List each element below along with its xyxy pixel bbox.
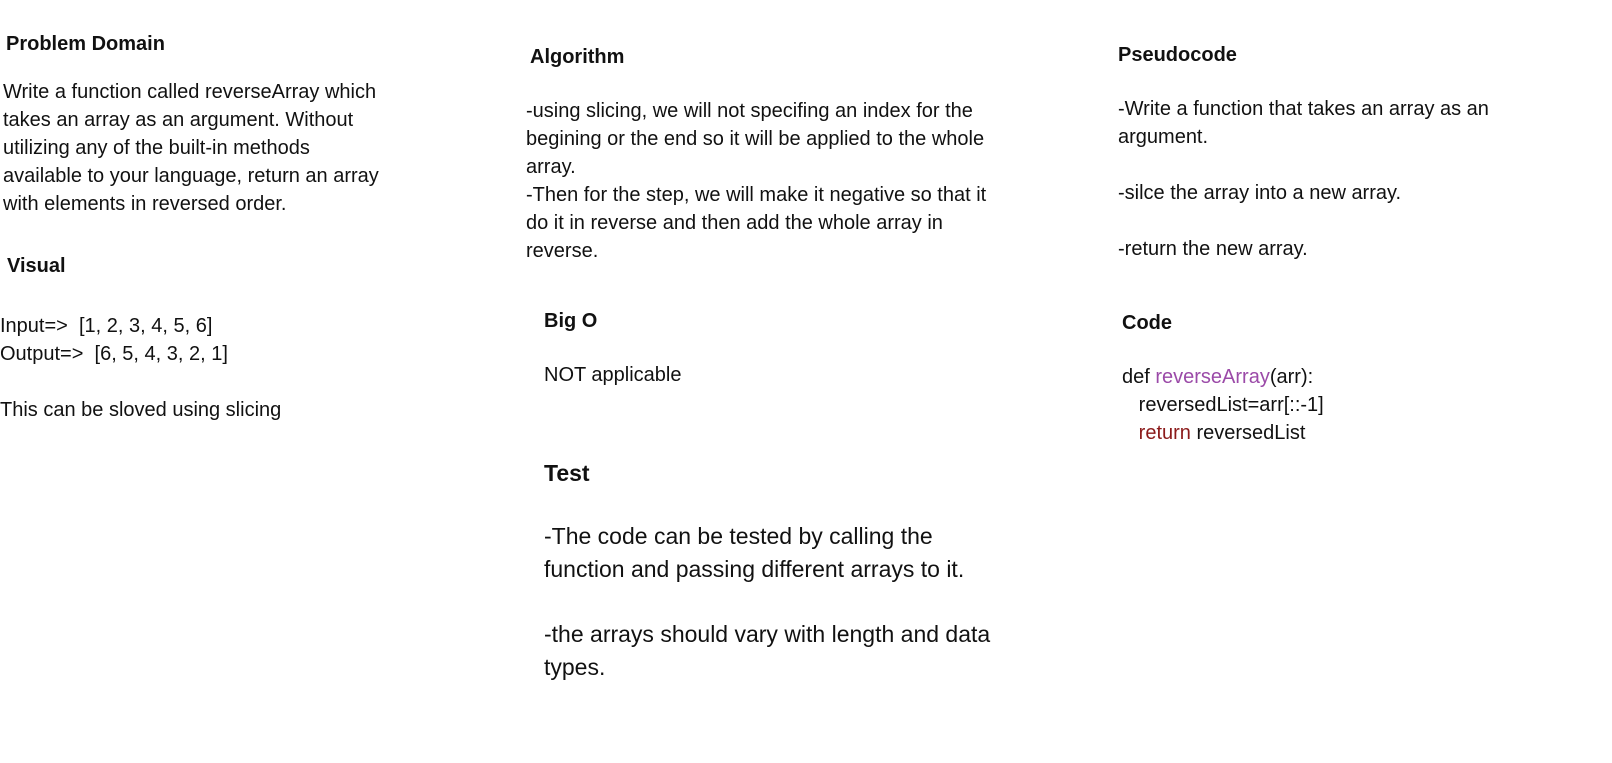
problem-domain-line: takes an array as an argument. Without xyxy=(3,109,354,131)
algorithm-line: -using slicing, we will not specifing an… xyxy=(526,100,973,122)
algorithm-line: do it in reverse and then add the whole … xyxy=(526,212,943,234)
pseudocode-step: -return the new array. xyxy=(1118,238,1308,260)
problem-domain-heading: Problem Domain xyxy=(6,33,165,55)
code-line-return: return reversedList xyxy=(1122,419,1582,447)
code-def-keyword: def xyxy=(1122,366,1156,388)
pseudocode-heading: Pseudocode xyxy=(1118,44,1237,66)
big-o-heading: Big O xyxy=(544,310,598,332)
code-heading: Code xyxy=(1122,312,1172,334)
pseudocode-step: -silce the array into a new array. xyxy=(1118,182,1402,204)
code-function-name: reverseArray xyxy=(1155,366,1270,388)
test-heading: Test xyxy=(544,460,590,486)
algorithm-line: begining or the end so it will be applie… xyxy=(526,128,985,150)
algorithm-text: -using slicing, we will not specifing an… xyxy=(526,97,1046,265)
pseudocode-step: argument. xyxy=(1118,126,1209,148)
code-line-def: def reverseArray(arr): xyxy=(1122,363,1582,391)
test-line: types. xyxy=(544,654,606,680)
code-return-keyword: return xyxy=(1138,422,1191,444)
test-line: -The code can be tested by calling the xyxy=(544,523,933,549)
visual-text: Input=> [1, 2, 3, 4, 5, 6] Output=> [6, … xyxy=(0,312,420,424)
visual-input: Input=> [1, 2, 3, 4, 5, 6] xyxy=(0,315,213,337)
algorithm-heading: Algorithm xyxy=(530,46,625,68)
problem-domain-line: Write a function called reverseArray whi… xyxy=(3,81,377,103)
algorithm-line: -Then for the step, we will make it nega… xyxy=(526,184,987,206)
code-block: def reverseArray(arr): reversedList=arr[… xyxy=(1122,363,1582,447)
code-params: (arr): xyxy=(1269,366,1314,388)
code-line-slice: reversedList=arr[::-1] xyxy=(1122,394,1324,416)
visual-note: This can be sloved using slicing xyxy=(0,399,282,421)
algorithm-line: reverse. xyxy=(526,240,599,262)
algorithm-line: array. xyxy=(526,156,576,178)
test-text: -The code can be tested by calling the f… xyxy=(544,520,1064,684)
visual-heading: Visual xyxy=(7,255,66,277)
problem-domain-line: available to your language, return an ar… xyxy=(3,165,379,187)
problem-domain-line: with elements in reversed order. xyxy=(3,193,287,215)
big-o-text: NOT applicable xyxy=(544,364,682,386)
code-return-value: reversedList xyxy=(1190,422,1306,444)
pseudocode-step: -Write a function that takes an array as… xyxy=(1118,98,1489,120)
test-line: function and passing different arrays to… xyxy=(544,556,965,582)
problem-domain-text: Write a function called reverseArray whi… xyxy=(3,78,423,218)
pseudocode-text: -Write a function that takes an array as… xyxy=(1118,95,1598,263)
problem-domain-line: utilizing any of the built-in methods xyxy=(3,137,310,159)
test-line: -the arrays should vary with length and … xyxy=(544,621,991,647)
visual-output: Output=> [6, 5, 4, 3, 2, 1] xyxy=(0,343,228,365)
